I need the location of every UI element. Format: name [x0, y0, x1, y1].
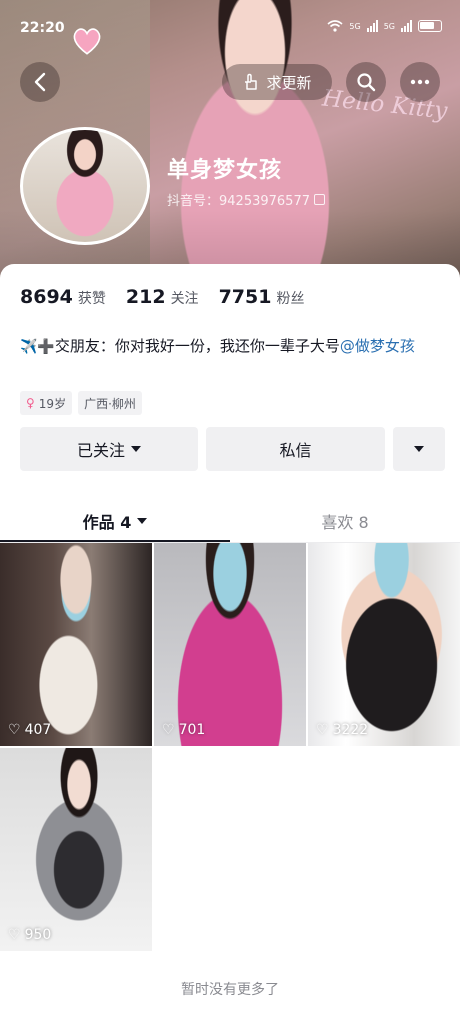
bio-emoji: ✈️➕	[20, 339, 55, 355]
video-likes-count: 3222	[332, 722, 369, 738]
wifi-icon	[327, 20, 343, 32]
no-more-content-text: 暂时没有更多了	[181, 982, 279, 998]
recommend-dropdown-button[interactable]	[393, 427, 445, 471]
caret-down-icon	[137, 518, 148, 524]
video-likes: ♡ 701	[162, 722, 205, 738]
age-label: 19岁	[38, 396, 67, 411]
profile-tabs: 作品 4 喜欢 8	[0, 500, 460, 543]
likes-stat[interactable]: 8694 获赞	[20, 286, 106, 308]
status-icons: 5G 5G	[327, 20, 442, 32]
video-tile[interactable]: ♡ 950	[0, 748, 152, 951]
following-stat[interactable]: 212 关注	[126, 286, 199, 308]
heart-icon: ♡	[162, 722, 175, 738]
bio-mention-link[interactable]: @做梦女孩	[340, 337, 415, 355]
video-likes: ♡ 3222	[316, 722, 368, 738]
profile-actions: 已关注 私信	[20, 427, 445, 471]
douyin-id[interactable]: 抖音号：94253976577	[167, 190, 325, 209]
profile-tags: ♀ 19岁 广西·柳州	[20, 391, 142, 415]
chevron-left-icon	[34, 72, 46, 92]
back-button[interactable]	[20, 62, 60, 102]
message-label: 私信	[279, 441, 312, 460]
followed-button[interactable]: 已关注	[20, 427, 198, 471]
caret-down-icon	[414, 446, 424, 452]
female-icon: ♀	[26, 396, 35, 410]
profile-stats: 8694 获赞 212 关注 7751 粉丝	[20, 286, 304, 308]
network-label-2: 5G	[383, 21, 395, 31]
status-time: 22:20	[20, 20, 65, 36]
profile-nickname: 单身梦女孩	[167, 158, 283, 183]
location-tag: 广西·柳州	[78, 391, 142, 415]
bio-text: 交朋友：你对我好一份，我还你一辈子大号	[54, 337, 340, 355]
likes-count: 8694	[20, 286, 73, 308]
followers-label: 粉丝	[276, 291, 305, 307]
more-button[interactable]	[400, 62, 440, 102]
request-update-button[interactable]: 求更新	[222, 64, 332, 100]
video-tile[interactable]: ♡ 3222	[308, 543, 460, 746]
heart-icon: ♡	[316, 722, 329, 738]
profile-bio: ✈️➕交朋友：你对我好一份，我还你一辈子大号@做梦女孩	[20, 334, 445, 359]
douyin-id-text: 抖音号：94253976577	[167, 194, 310, 209]
caret-down-icon	[131, 446, 141, 452]
heart-icon: ♡	[8, 927, 21, 943]
video-likes-count: 701	[178, 722, 206, 738]
signal-icon	[366, 20, 378, 32]
age-tag: ♀ 19岁	[20, 391, 73, 415]
video-tile[interactable]: ♡ 701	[154, 543, 306, 746]
followed-label: 已关注	[76, 441, 125, 460]
request-update-label: 求更新	[266, 73, 312, 92]
followers-count: 7751	[218, 286, 272, 308]
search-icon	[357, 73, 376, 92]
video-likes-count: 950	[24, 927, 52, 943]
video-likes-count: 407	[24, 722, 52, 738]
following-count: 212	[125, 286, 166, 308]
hand-point-icon	[245, 73, 258, 90]
following-label: 关注	[170, 291, 199, 307]
status-bar: 22:20 5G 5G	[0, 16, 460, 55]
copy-icon[interactable]	[313, 194, 325, 205]
heart-icon: ♡	[8, 722, 21, 738]
followers-stat[interactable]: 7751 粉丝	[219, 286, 305, 308]
likes-label: 获赞	[77, 291, 106, 307]
search-button[interactable]	[346, 62, 386, 102]
heart-sticker-icon	[73, 28, 101, 55]
tab-works[interactable]: 作品 4	[0, 500, 230, 542]
more-dots-icon	[410, 79, 430, 85]
message-button[interactable]: 私信	[206, 427, 385, 471]
tab-likes[interactable]: 喜欢 8	[230, 500, 460, 542]
battery-icon	[418, 20, 442, 32]
profile-card: 8694 获赞 212 关注 7751 粉丝 ✈️➕交朋友：你对我好一份，我还你…	[0, 264, 460, 1016]
network-label-1: 5G	[349, 21, 361, 31]
tab-works-label: 作品 4	[82, 513, 132, 532]
location-label: 广西·柳州	[84, 396, 136, 411]
avatar[interactable]	[20, 127, 150, 245]
video-tile[interactable]: ♡ 407	[0, 543, 152, 746]
video-likes: ♡ 950	[8, 927, 51, 943]
signal-icon-2	[401, 20, 412, 32]
tab-likes-label: 喜欢 8	[321, 513, 369, 532]
video-likes: ♡ 407	[8, 722, 51, 738]
